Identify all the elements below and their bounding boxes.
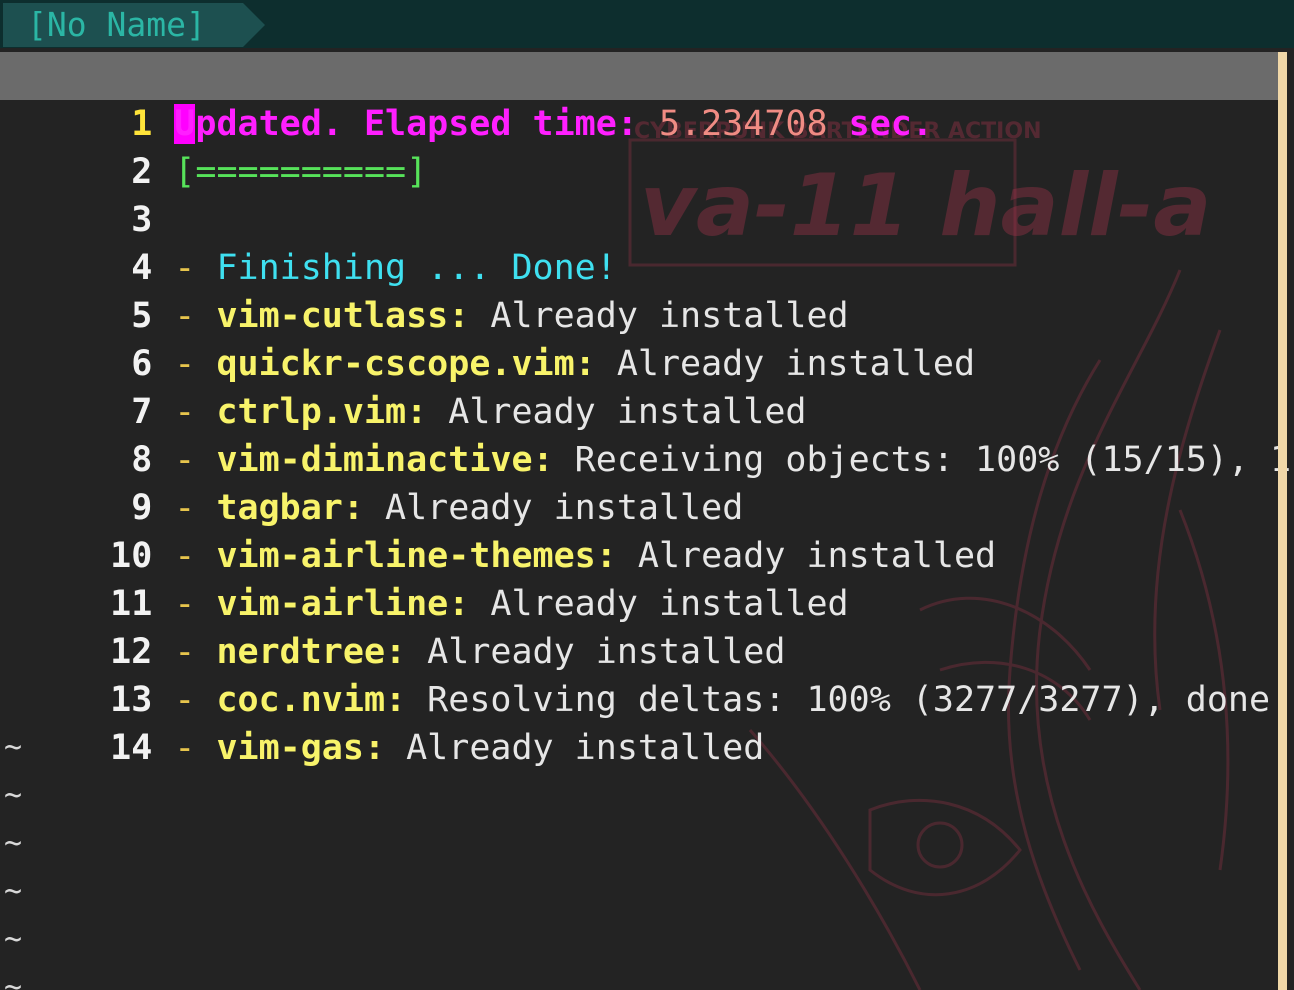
list-dash: - bbox=[174, 728, 217, 768]
plugin-name: vim-gas: bbox=[216, 728, 386, 768]
buffer-line-13[interactable]: 13- coc.nvim: Resolving deltas: 100% (32… bbox=[0, 628, 1291, 720]
buffer-line-14[interactable]: 14- vim-gas: Already installed bbox=[0, 676, 1278, 768]
buffer-line-2[interactable]: 2 [==========] bbox=[0, 100, 1278, 192]
end-of-buffer-tilde: ~ bbox=[4, 970, 23, 990]
end-of-buffer-tilde: ~ bbox=[4, 922, 23, 957]
buffer-line-7[interactable]: 7- ctrlp.vim: Already installed bbox=[0, 340, 1278, 432]
buffer-line-4[interactable]: 4- Finishing ... Done! bbox=[0, 196, 1278, 288]
vertical-scrollbar[interactable] bbox=[1278, 52, 1287, 990]
editor-buffer[interactable]: 1 Updated. Elapsed time: 5.234708 sec. 2[… bbox=[0, 52, 1294, 990]
buffer-line-8[interactable]: 8- vim-diminactive: Receiving objects: 1… bbox=[0, 388, 1294, 480]
buffer-line-12[interactable]: 12- nerdtree: Already installed bbox=[0, 580, 1278, 672]
tabline: [No Name] bbox=[0, 0, 1294, 48]
buffer-line-1[interactable]: 1 Updated. Elapsed time: 5.234708 sec. bbox=[0, 52, 1278, 144]
end-of-buffer-tilde: ~ bbox=[4, 874, 23, 909]
tab-separator-arrow bbox=[243, 3, 265, 47]
tab-no-name[interactable]: [No Name] bbox=[3, 3, 243, 47]
buffer-line-10[interactable]: 10- vim-airline-themes: Already installe… bbox=[0, 484, 1278, 576]
end-of-buffer-tilde: ~ bbox=[4, 778, 23, 813]
buffer-line-5[interactable]: 5- vim-cutlass: Already installed bbox=[0, 244, 1278, 336]
end-of-buffer-tilde: ~ bbox=[4, 826, 23, 861]
buffer-line-9[interactable]: 9- tagbar: Already installed bbox=[0, 436, 1278, 528]
line-number: 14 bbox=[110, 728, 153, 768]
buffer-line-6[interactable]: 6- quickr-cscope.vim: Already installed bbox=[0, 292, 1278, 384]
buffer-line-3[interactable]: 3 bbox=[0, 148, 1278, 240]
buffer-line-11[interactable]: 11- vim-airline: Already installed bbox=[0, 532, 1278, 624]
plugin-status: Already installed bbox=[385, 728, 765, 768]
